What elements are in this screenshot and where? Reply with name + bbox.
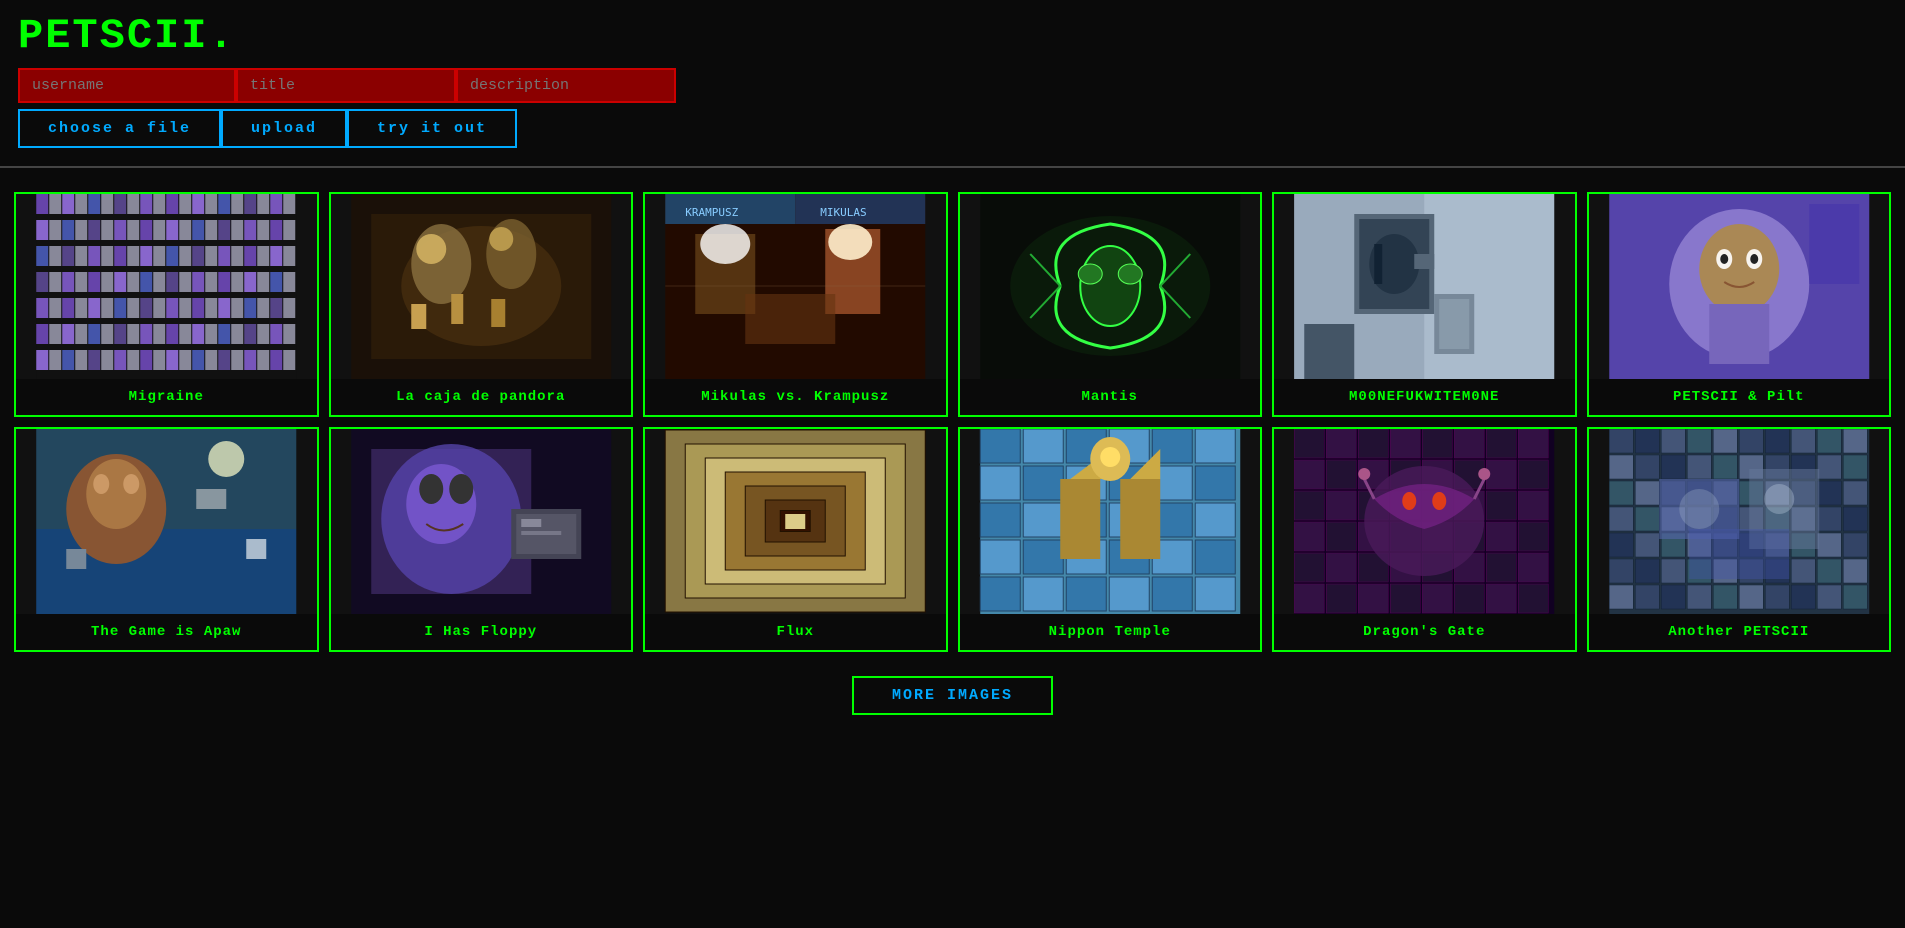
more-btn-row: MORE IMAGES (0, 662, 1905, 725)
title-input[interactable] (236, 68, 456, 103)
card-image-floppy (331, 429, 632, 614)
gallery-card-anotherpetscii[interactable]: Another PETSCII (1587, 427, 1892, 652)
svg-text:KRAMPUSZ: KRAMPUSZ (685, 206, 738, 219)
card-image-nippon (960, 429, 1261, 614)
more-images-button[interactable]: MORE IMAGES (852, 676, 1053, 715)
card-image-migraine (16, 194, 317, 379)
svg-text:MIKULAS: MIKULAS (820, 206, 866, 219)
card-title-floppy: I Has Floppy (418, 614, 543, 650)
card-title-mantis: Mantis (1076, 379, 1144, 415)
card-image-anotherpetscii (1589, 429, 1890, 614)
description-input[interactable] (456, 68, 676, 103)
card-image-mikulas: KRAMPUSZ MIKULAS (645, 194, 946, 379)
header-bar (0, 68, 1905, 103)
card-title-migraine: Migraine (123, 379, 210, 415)
username-input[interactable] (18, 68, 236, 103)
choose-file-button[interactable]: choose a file (18, 109, 221, 148)
card-title-apaw: The Game is Apaw (85, 614, 247, 650)
card-title-pandora: La caja de pandora (390, 379, 571, 415)
upload-button[interactable]: upload (221, 109, 347, 148)
card-image-mantis (960, 194, 1261, 379)
gallery-grid: Migraine La caja de pandora KRAMPUSZ MIK… (0, 182, 1905, 662)
try-it-out-button[interactable]: try it out (347, 109, 517, 148)
gallery-card-pandora[interactable]: La caja de pandora (329, 192, 634, 417)
card-title-dragon: Dragon's Gate (1357, 614, 1491, 650)
card-image-apaw (16, 429, 317, 614)
gallery-card-migraine[interactable]: Migraine (14, 192, 319, 417)
card-image-pilt (1589, 194, 1890, 379)
divider (0, 166, 1905, 168)
card-image-moonefuk (1274, 194, 1575, 379)
gallery-card-moonefuk[interactable]: M00NEFUKWITEM0NE (1272, 192, 1577, 417)
gallery-card-nippon[interactable]: Nippon Temple (958, 427, 1263, 652)
card-title-anotherpetscii: Another PETSCII (1662, 614, 1815, 650)
card-title-moonefuk: M00NEFUKWITEM0NE (1343, 379, 1505, 415)
card-image-flux (645, 429, 946, 614)
app-title: PETSCII. (0, 0, 1905, 68)
card-image-pandora (331, 194, 632, 379)
gallery-card-mantis[interactable]: Mantis (958, 192, 1263, 417)
card-title-mikulas: Mikulas vs. Krampusz (695, 379, 895, 415)
card-title-pilt: PETSCII & Pilt (1667, 379, 1811, 415)
card-title-flux: Flux (770, 614, 820, 650)
gallery-card-floppy[interactable]: I Has Floppy (329, 427, 634, 652)
card-title-nippon: Nippon Temple (1043, 614, 1177, 650)
gallery-card-flux[interactable]: Flux (643, 427, 948, 652)
gallery-card-dragon[interactable]: Dragon's Gate (1272, 427, 1577, 652)
gallery-card-pilt[interactable]: PETSCII & Pilt (1587, 192, 1892, 417)
card-image-dragon (1274, 429, 1575, 614)
gallery-card-apaw[interactable]: The Game is Apaw (14, 427, 319, 652)
action-bar: choose a file upload try it out (0, 109, 1905, 148)
gallery-card-mikulas[interactable]: KRAMPUSZ MIKULAS Mikulas vs. Krampusz (643, 192, 948, 417)
